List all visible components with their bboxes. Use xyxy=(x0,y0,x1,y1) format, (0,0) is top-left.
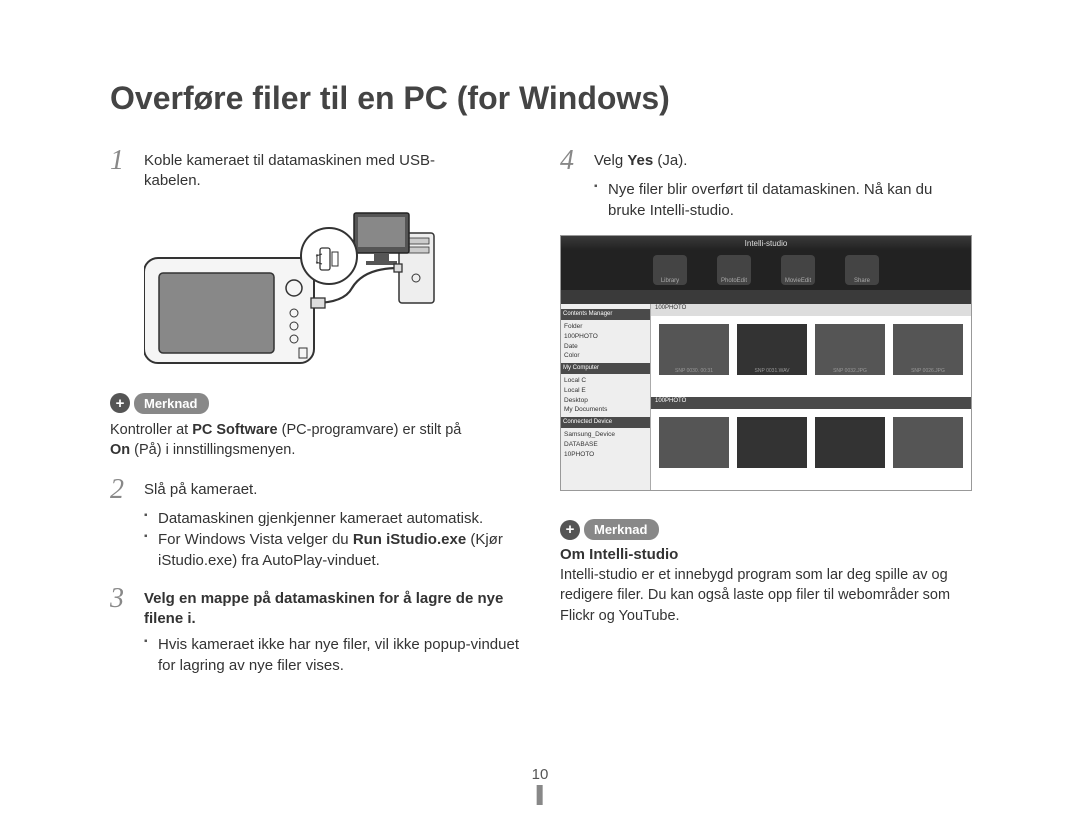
step-2: 2 Slå på kameraet. xyxy=(110,476,520,504)
step-number: 2 xyxy=(110,476,144,504)
thumbnail xyxy=(893,417,963,468)
tree-header: Contents Manager xyxy=(561,309,650,320)
step-2-bullets: Datamaskinen gjenkjenner kameraet automa… xyxy=(110,508,520,571)
bold: On xyxy=(110,442,130,458)
note-text: Kontroller at PC Software (PC-programvar… xyxy=(110,420,520,461)
thumbnail: SNP 0031.WAV xyxy=(737,324,807,375)
usb-connection-illustration xyxy=(144,208,520,373)
step-1: 1 Koble kameraet til datamaskinen med US… xyxy=(110,147,520,192)
tree-item: 10PHOTO xyxy=(564,450,647,460)
tab-photoedit: PhotoEdit xyxy=(717,255,751,285)
two-columns: 1 Koble kameraet til datamaskinen med US… xyxy=(110,147,970,690)
breadcrumb: 100PHOTO xyxy=(651,304,971,316)
text: Velg xyxy=(594,152,627,169)
thumbnail: SNP 0030. 00:31 xyxy=(659,324,729,375)
thumbnail xyxy=(659,417,729,468)
text: Koble kameraet til datamaskinen med USB- xyxy=(144,152,435,169)
text: (PC-programvare) er stilt på xyxy=(278,422,462,438)
breadcrumb: 100PHOTO xyxy=(651,397,971,409)
step-3: 3 Velg en mappe på datamaskinen for å la… xyxy=(110,585,520,630)
text: (På) i innstillingsmenyen. xyxy=(130,442,295,458)
step-text: Koble kameraet til datamaskinen med USB-… xyxy=(144,147,520,192)
folder-tree: Contents Manager Folder 100PHOTO Date Co… xyxy=(561,304,651,490)
text: For Windows Vista velger du xyxy=(158,531,353,548)
step-number: 4 xyxy=(560,147,594,175)
bold: PC Software xyxy=(192,422,277,438)
bullet: Hvis kameraet ikke har nye filer, vil ik… xyxy=(144,634,520,676)
left-column: 1 Koble kameraet til datamaskinen med US… xyxy=(110,147,520,690)
thumbnail: SNP 0032.JPG xyxy=(815,324,885,375)
tab-share: Share xyxy=(845,255,879,285)
manual-page: Overføre filer til en PC (for Windows) 1… xyxy=(0,0,1080,835)
bullet: Nye filer blir overført til datamaskinen… xyxy=(594,179,970,221)
bold: Run iStudio.exe xyxy=(353,531,466,548)
step-4: 4 Velg Yes (Ja). xyxy=(560,147,970,175)
tree-item: Local C xyxy=(564,376,647,386)
toolstrip xyxy=(561,290,971,304)
thumbnails-row-2 xyxy=(651,409,971,490)
tree-item: Desktop xyxy=(564,396,647,406)
body-area: Contents Manager Folder 100PHOTO Date Co… xyxy=(561,304,971,490)
main-tabs: Library PhotoEdit MovieEdit Share xyxy=(561,250,971,290)
tree-item: Color xyxy=(564,351,647,361)
thumbnails-row-1: SNP 0030. 00:31 SNP 0031.WAV SNP 0032.JP… xyxy=(651,316,971,397)
note-badge: + Merknad xyxy=(110,393,209,414)
right-column: 4 Velg Yes (Ja). Nye filer blir overført… xyxy=(560,147,970,690)
step-3-bullets: Hvis kameraet ikke har nye filer, vil ik… xyxy=(110,634,520,676)
text: Kontroller at xyxy=(110,422,192,438)
note-label: Merknad xyxy=(584,519,659,540)
tree-header: My Computer xyxy=(561,363,650,374)
tree-item: Local E xyxy=(564,386,647,396)
tree-item: DATABASE xyxy=(564,440,647,450)
page-number: 10 xyxy=(532,766,549,805)
bold: Yes xyxy=(627,152,653,169)
page-title: Overføre filer til en PC (for Windows) xyxy=(110,80,970,117)
tab-library: Library xyxy=(653,255,687,285)
thumbs-wrap: 100PHOTO SNP 0030. 00:31 SNP 0031.WAV SN… xyxy=(651,304,971,490)
step-text: Velg Yes (Ja). xyxy=(594,147,970,171)
step-text: Slå på kameraet. xyxy=(144,476,520,500)
tree-item: 100PHOTO xyxy=(564,332,647,342)
thumbnail: SNP 0026.JPG xyxy=(893,324,963,375)
tree-item: Date xyxy=(564,342,647,352)
plus-icon: + xyxy=(110,393,130,413)
text: (Ja). xyxy=(653,152,687,169)
text: kabelen. xyxy=(144,172,201,189)
note-label: Merknad xyxy=(134,393,209,414)
page-number-value: 10 xyxy=(532,766,549,783)
step-4-bullets: Nye filer blir overført til datamaskinen… xyxy=(560,179,970,221)
step-number: 1 xyxy=(110,147,144,175)
tree-item: My Documents xyxy=(564,405,647,415)
thumbnail xyxy=(815,417,885,468)
tab-movieedit: MovieEdit xyxy=(781,255,815,285)
bullet: For Windows Vista velger du Run iStudio.… xyxy=(144,529,520,571)
plus-icon: + xyxy=(560,520,580,540)
tree-header: Connected Device xyxy=(561,417,650,428)
thumbnail xyxy=(737,417,807,468)
step-number: 3 xyxy=(110,585,144,613)
tree-item: Samsung_Device xyxy=(564,430,647,440)
tree-item: Folder xyxy=(564,322,647,332)
window-titlebar: Intelli-studio xyxy=(561,236,971,250)
intelli-studio-screenshot: Intelli-studio Library PhotoEdit MovieEd… xyxy=(560,235,972,491)
bullet: Datamaskinen gjenkjenner kameraet automa… xyxy=(144,508,520,529)
step-text: Velg en mappe på datamaskinen for å lagr… xyxy=(144,585,520,630)
note-heading: Om Intelli-studio xyxy=(560,546,970,563)
note-badge: + Merknad xyxy=(560,519,659,540)
page-number-bar-icon xyxy=(537,785,543,805)
note-body: Intelli-studio er et innebygd program so… xyxy=(560,565,970,626)
